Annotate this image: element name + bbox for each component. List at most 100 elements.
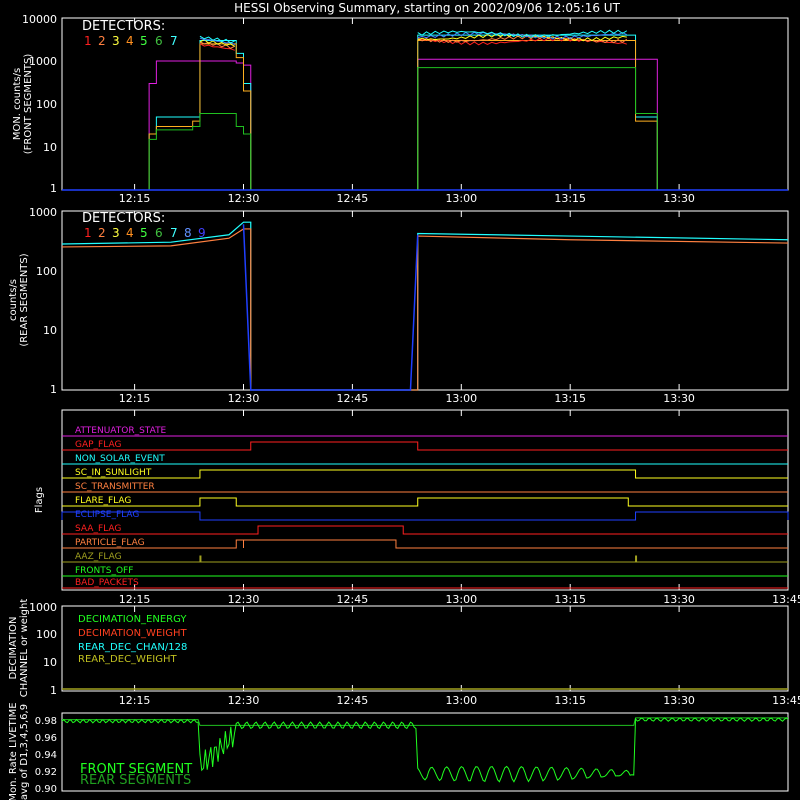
y-label-line1: MON. counts/s	[12, 68, 23, 140]
chart-title: HESSI Observing Summary, starting on 200…	[234, 1, 620, 15]
front-segments-panel: 12:15 12:30 12:45 13:00 13:15 13:30 MON. coun…	[12, 13, 789, 205]
x-tick-label: 12:15	[119, 192, 151, 205]
livetime-panel: Mon. Rate LIVETIME avg of D1,3,4,5,6,9 0…	[8, 702, 789, 800]
x-tick-label: 13:15	[554, 694, 586, 707]
x-tick-label: 13:30	[663, 192, 695, 205]
rear-segments-plot: 12:15 12:30 12:45 13:00 13:15 13:30	[61, 211, 789, 405]
series-det3-line	[62, 39, 788, 191]
observing-summary-chart: HESSI Observing Summary, starting on 200…	[8, 1, 800, 800]
y-label-line1: Mon. Rate LIVETIME	[8, 702, 19, 800]
legend-det7: 7	[170, 226, 178, 240]
legend-det9: 9	[198, 226, 206, 240]
flag-line	[61, 511, 789, 521]
flag-label: PARTICLE_FLAG	[75, 538, 145, 548]
legend-det5: 5	[140, 226, 148, 240]
legend-rear-dec-chan: REAR_DEC_CHAN/128	[78, 642, 187, 653]
flag-label: SC_IN_SUNLIGHT	[75, 468, 152, 478]
y-label-line2: (REAR SEGMENTS)	[19, 253, 30, 346]
flag-label: ECLIPSE_FLAG	[75, 510, 139, 520]
flag-label: BAD_PACKETS	[75, 578, 139, 588]
y-tick-label: 0.96	[35, 733, 57, 744]
series-det1-line	[62, 58, 788, 191]
panel-frame	[61, 409, 789, 591]
x-tick-label: 13:00	[445, 392, 477, 405]
y-tick-label: 0.94	[35, 750, 57, 761]
x-tick-label: 13:45	[772, 593, 800, 606]
x-tick-label: 13:30	[663, 593, 695, 606]
series-rear-line	[61, 228, 789, 391]
y-tick-label: 1	[50, 684, 57, 697]
flag-label: NON_SOLAR_EVENT	[75, 454, 165, 464]
x-tick-label: 13:15	[554, 593, 586, 606]
legend-title: DETECTORS:	[82, 19, 165, 34]
flags-plot: 12:15 12:30 12:45 13:00 13:15 13:30 13:45 ATTEN…	[61, 410, 800, 606]
series-det4-line	[62, 67, 788, 191]
series-rear-segments-line	[62, 717, 788, 726]
y-tick-label: 10	[43, 656, 57, 669]
flag-label: SAA_FLAG	[75, 524, 121, 534]
x-tick-label: 12:15	[119, 694, 151, 707]
x-tick-label: 12:30	[228, 392, 260, 405]
y-tick-label: 0.98	[35, 716, 57, 727]
x-tick-label: 12:45	[337, 392, 369, 405]
flag-label: AAZ_FLAG	[75, 552, 122, 562]
legend-det8: 8	[184, 226, 192, 240]
x-tick-label: 12:30	[228, 192, 260, 205]
flag-label: ATTENUATOR_STATE	[75, 426, 167, 436]
x-tick-label: 13:00	[445, 694, 477, 707]
x-tick-label: 13:45	[772, 694, 800, 707]
legend-items: DECIMATION_ENERGY DECIMATION_WEIGHT REAR…	[78, 614, 187, 665]
y-label-line2: avg of D1,3,4,5,6,9	[19, 704, 30, 800]
x-tick-label: 13:30	[663, 392, 695, 405]
flag-label: FLARE_FLAG	[75, 496, 131, 506]
legend-rear-dec-weight: REAR_DEC_WEIGHT	[78, 654, 177, 665]
flag-label: FRONTS_OFF	[75, 566, 133, 576]
y-tick-label: 1	[50, 182, 57, 195]
y-tick-label: 1	[50, 383, 57, 396]
x-tick-label: 12:30	[228, 593, 260, 606]
y-tick-label: 100	[36, 98, 57, 111]
flag-line	[62, 525, 788, 535]
x-tick-label: 12:30	[228, 694, 260, 707]
series-rear-line	[61, 221, 789, 391]
x-tick-label: 12:45	[337, 593, 369, 606]
rear-segments-panel: 12:15 12:30 12:45 13:00 13:15 13:30 counts/s …	[8, 206, 789, 405]
decimation-panel: 12:15 12:30 12:45 13:00 13:15 13:30 13:45 DECI…	[8, 599, 800, 707]
flag-line	[62, 441, 788, 451]
x-tick-label: 12:45	[337, 694, 369, 707]
legend-det2: 2	[98, 34, 106, 48]
legend-det1: 1	[84, 34, 92, 48]
y-tick-label: 10	[43, 141, 57, 154]
x-tick-label: 13:30	[663, 694, 695, 707]
flag-line	[62, 469, 788, 479]
legend-decimation-energy: DECIMATION_ENERGY	[78, 614, 187, 625]
flag-label: SC_TRANSMITTER	[75, 482, 155, 492]
x-tick-label: 13:00	[445, 192, 477, 205]
x-tick-label: 13:00	[445, 593, 477, 606]
legend-items: 1 2 3 4 5 6 7 8 9	[84, 226, 206, 240]
legend-det1: 1	[84, 226, 92, 240]
legend-det5: 5	[140, 34, 148, 48]
x-tick-label: 13:15	[554, 392, 586, 405]
x-tick-label: 12:15	[119, 392, 151, 405]
legend-det6: 6	[155, 34, 163, 48]
detector9-line	[242, 224, 419, 391]
x-tick-label: 12:45	[337, 192, 369, 205]
flag-line	[62, 555, 788, 563]
x-tick-label: 13:15	[554, 192, 586, 205]
y-tick-label: 10	[43, 324, 57, 337]
y-tick-label: 1000	[29, 55, 57, 68]
y-label: Flags	[34, 487, 45, 513]
legend-det3: 3	[112, 226, 120, 240]
legend-det4: 4	[126, 34, 134, 48]
flag-line	[62, 497, 788, 507]
legend-decimation-weight: DECIMATION_WEIGHT	[78, 628, 187, 639]
y-tick-label: 100	[36, 628, 57, 641]
flags-panel: 12:15 12:30 12:45 13:00 13:15 13:30 13:45 ATTEN…	[34, 409, 800, 606]
legend-det4: 4	[126, 226, 134, 240]
y-tick-label: 1000	[29, 601, 57, 614]
flag-label: GAP_FLAG	[75, 440, 121, 450]
y-label-line2: (FRONT SEGMENTS)	[23, 54, 34, 155]
series-det2-line	[62, 34, 788, 191]
y-tick-label: 1000	[29, 206, 57, 219]
